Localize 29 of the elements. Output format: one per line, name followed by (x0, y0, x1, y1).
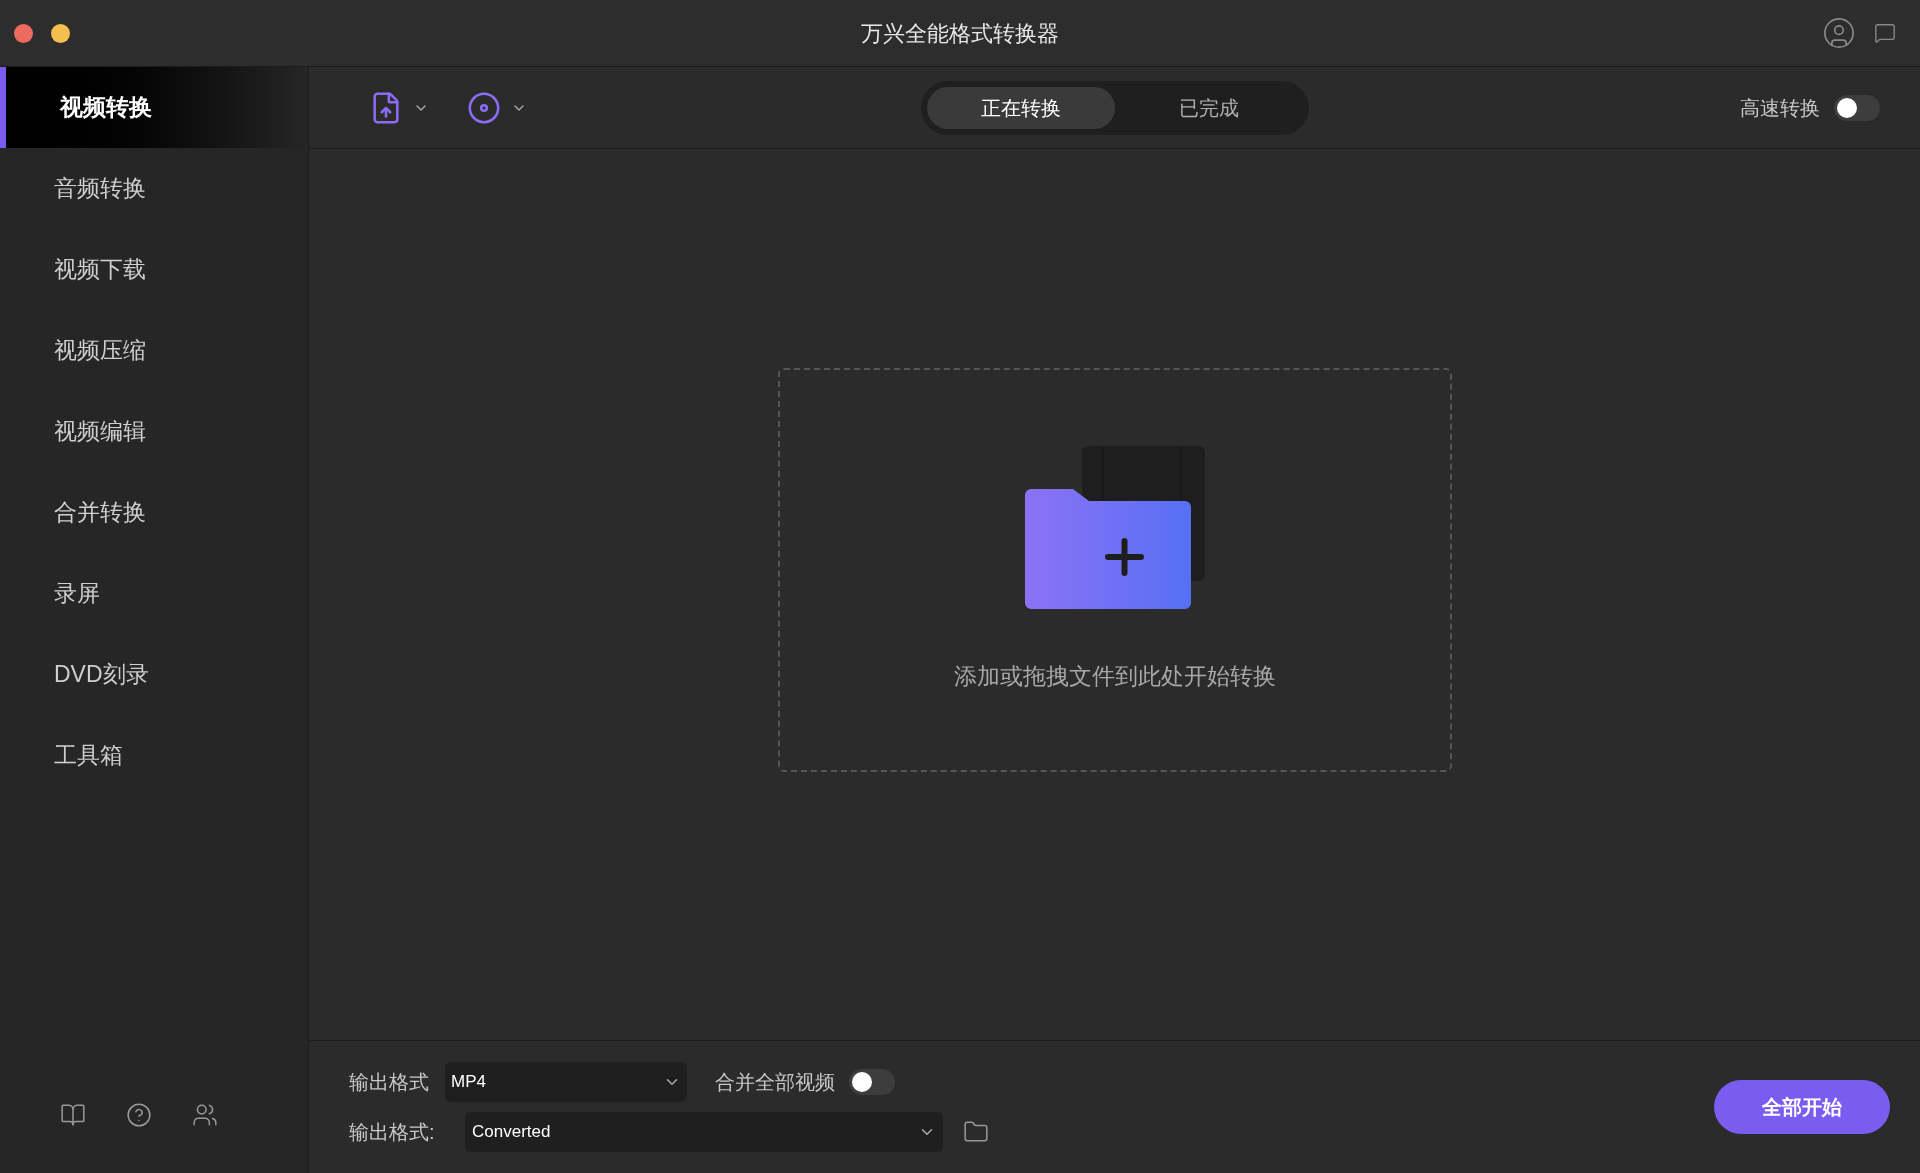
sidebar-item[interactable]: 视频压缩 (0, 310, 308, 391)
drop-hint: 添加或拖拽文件到此处开始转换 (953, 661, 1276, 691)
drop-zone[interactable]: 添加或拖拽文件到此处开始转换 (777, 367, 1452, 772)
add-folder-icon (1024, 445, 1205, 609)
output-dropdown[interactable]: Converted (465, 1112, 943, 1152)
message-icon[interactable] (1874, 22, 1896, 44)
high-speed-label: 高速转换 (1740, 95, 1820, 121)
start-all-button[interactable]: 全部开始 (1714, 1080, 1890, 1134)
sidebar-item[interactable]: 视频编辑 (0, 391, 308, 472)
users-icon[interactable] (192, 1102, 218, 1128)
user-avatar-icon[interactable] (1822, 16, 1856, 50)
help-icon[interactable] (126, 1102, 152, 1128)
sidebar-item[interactable]: 音频转换 (0, 148, 308, 229)
sidebar-item[interactable]: 录屏 (0, 553, 308, 634)
sidebar-item[interactable]: 工具箱 (0, 715, 308, 796)
output-label: 输出格式: (349, 1120, 436, 1145)
merge-toggle[interactable] (849, 1069, 895, 1095)
sidebar-item[interactable]: DVD刻录 (0, 634, 308, 715)
format-dropdown[interactable]: MP4 (445, 1062, 687, 1102)
sidebar-item[interactable]: 合并转换 (0, 472, 308, 553)
tab[interactable]: 正在转换 (927, 86, 1115, 129)
high-speed-toggle[interactable] (1834, 94, 1880, 121)
tab[interactable]: 已完成 (1115, 86, 1303, 129)
format-label: 输出格式 (349, 1070, 430, 1095)
window-title: 万兴全能格式转换器 (861, 19, 1059, 48)
disc-icon (467, 90, 501, 125)
sidebar-item[interactable]: 视频下载 (0, 229, 308, 310)
book-icon[interactable] (60, 1102, 86, 1128)
merge-label: 合并全部视频 (715, 1070, 835, 1095)
